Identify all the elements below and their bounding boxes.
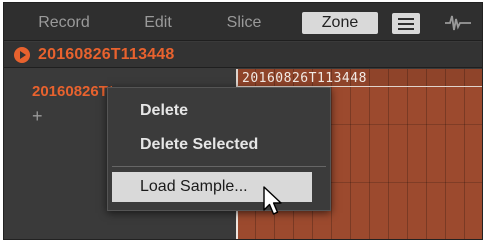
menu-item-delete[interactable]: Delete — [108, 96, 332, 126]
waveform-icon[interactable] — [444, 12, 472, 34]
sample-title: 20160826T113448 — [38, 46, 175, 63]
menu-separator — [112, 166, 326, 167]
sampling-window: Record Edit Slice Zone 20160826T113448 2… — [3, 2, 483, 240]
menu-item-delete-selected[interactable]: Delete Selected — [108, 130, 332, 160]
tab-bar: Record Edit Slice Zone — [4, 3, 482, 41]
zone-header: 20160826T113448 — [236, 69, 482, 87]
context-menu: Delete Delete Selected Load Sample... — [107, 87, 331, 211]
tab-edit[interactable]: Edit — [132, 12, 184, 34]
tab-record[interactable]: Record — [24, 12, 104, 34]
list-item[interactable]: 20160826T113448 — [32, 83, 112, 100]
hamburger-menu-icon[interactable] — [392, 13, 420, 34]
mouse-cursor-icon — [263, 186, 282, 215]
tab-slice[interactable]: Slice — [214, 12, 274, 34]
add-icon[interactable]: + — [32, 107, 43, 125]
play-icon[interactable] — [14, 47, 30, 63]
zone-name: 20160826T113448 — [242, 71, 367, 86]
sample-header: 20160826T113448 — [4, 42, 482, 68]
tab-zone[interactable]: Zone — [302, 12, 378, 34]
